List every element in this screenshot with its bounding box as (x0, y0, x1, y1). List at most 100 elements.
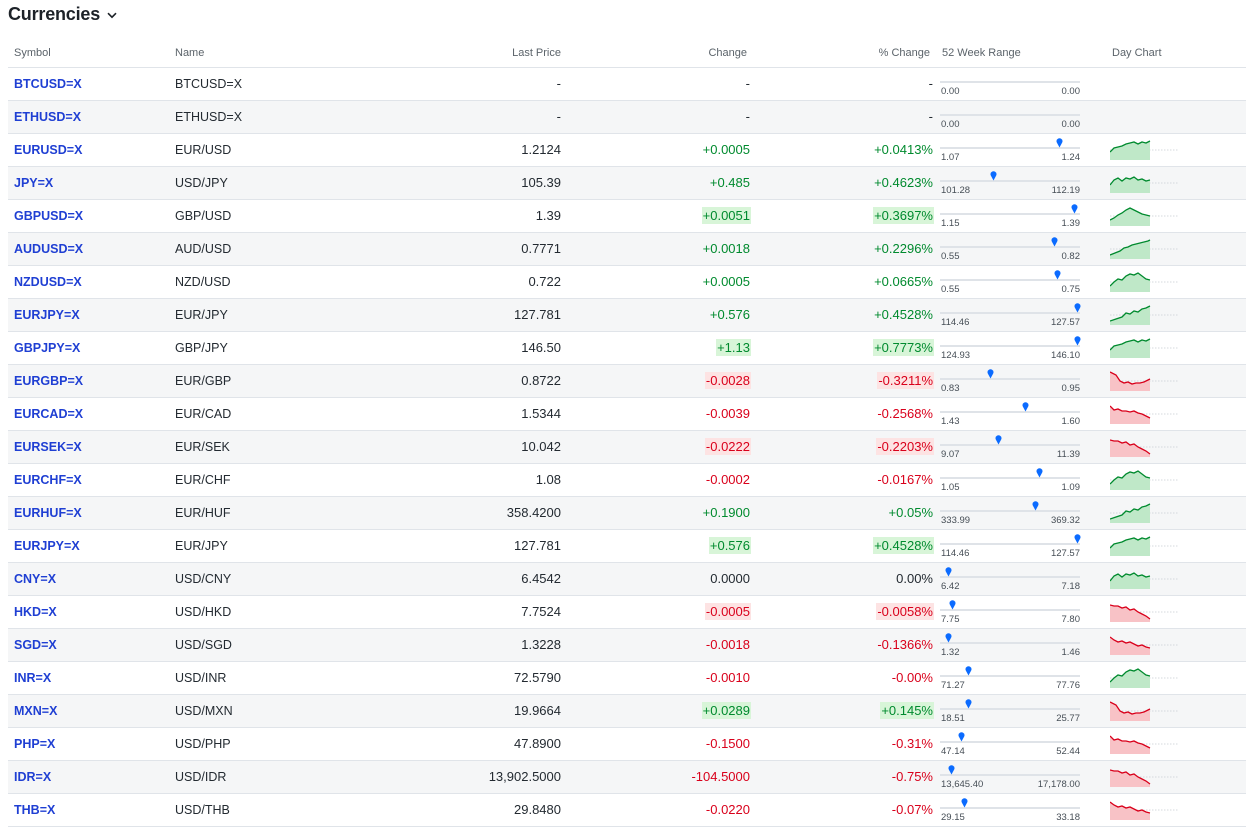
day-chart-cell (1106, 199, 1246, 233)
symbol-link[interactable]: HKD=X (14, 605, 57, 619)
52-week-range-bar: 1.15 1.39 (940, 202, 1080, 230)
day-chart-cell (1106, 331, 1246, 365)
symbol-link[interactable]: PHP=X (14, 737, 55, 751)
percent-change-cell: 0.00% (753, 562, 936, 596)
symbol-link[interactable]: CNY=X (14, 572, 56, 586)
52-week-range-cell: 1.32 1.46 (936, 628, 1106, 662)
pin-marker-icon (995, 434, 1002, 444)
range-low: 47.14 (941, 745, 965, 757)
table-row[interactable]: EURJPY=X EUR/JPY 127.781 +0.576 +0.4528%… (8, 298, 1246, 332)
table-row[interactable]: CNY=X USD/CNY 6.4542 0.0000 0.00% 6.42 7… (8, 562, 1246, 596)
percent-change-cell: -0.2203% (753, 430, 936, 464)
name-cell: USD/JPY (169, 166, 341, 200)
symbol-link[interactable]: ETHUSD=X (14, 110, 81, 124)
symbol-cell: INR=X (8, 661, 169, 695)
symbol-link[interactable]: EURCHF=X (14, 473, 82, 487)
table-row[interactable]: EURGBP=X EUR/GBP 0.8722 -0.0028 -0.3211%… (8, 364, 1246, 398)
52-week-range-bar: 1.07 1.24 (940, 136, 1080, 164)
last-price-cell: - (341, 100, 567, 134)
table-row[interactable]: SGD=X USD/SGD 1.3228 -0.0018 -0.1366% 1.… (8, 628, 1246, 662)
table-row[interactable]: EURCHF=X EUR/CHF 1.08 -0.0002 -0.0167% 1… (8, 463, 1246, 497)
table-row[interactable]: AUDUSD=X AUD/USD 0.7771 +0.0018 +0.2296%… (8, 232, 1246, 266)
table-row[interactable]: EURUSD=X EUR/USD 1.2124 +0.0005 +0.0413%… (8, 133, 1246, 167)
table-row[interactable]: BTCUSD=X BTCUSD=X - - - 0.00 0.00 (8, 67, 1246, 101)
symbol-link[interactable]: EURCAD=X (14, 407, 83, 421)
percent-change-cell: - (753, 100, 936, 134)
change-cell: +0.485 (567, 166, 753, 200)
table-row[interactable]: JPY=X USD/JPY 105.39 +0.485 +0.4623% 101… (8, 166, 1246, 200)
symbol-link[interactable]: THB=X (14, 803, 55, 817)
52-week-range-cell: 0.55 0.82 (936, 232, 1106, 266)
symbol-link[interactable]: AUDUSD=X (14, 242, 83, 256)
name-cell: USD/PHP (169, 727, 341, 761)
day-chart-cell (1106, 562, 1246, 596)
symbol-link[interactable]: BTCUSD=X (14, 77, 82, 91)
change-value: +0.0051 (701, 207, 751, 224)
pin-marker-icon (945, 632, 952, 642)
52-week-range-bar: 114.46 127.57 (940, 532, 1081, 560)
change-value: - (745, 109, 750, 124)
table-row[interactable]: EURCAD=X EUR/CAD 1.5344 -0.0039 -0.2568%… (8, 397, 1246, 431)
currencies-title-menu[interactable]: Currencies (8, 0, 117, 28)
column-header-last-price[interactable]: Last Price (341, 39, 567, 68)
symbol-link[interactable]: JPY=X (14, 176, 53, 190)
change-cell: +0.0005 (567, 265, 753, 299)
column-header-percent-change[interactable]: % Change (753, 39, 936, 68)
range-high: 77.76 (1056, 679, 1080, 691)
range-high: 1.46 (1061, 646, 1081, 658)
table-row[interactable]: GBPJPY=X GBP/JPY 146.50 +1.13 +0.7773% 1… (8, 331, 1246, 365)
symbol-link[interactable]: EURHUF=X (14, 506, 82, 520)
table-row[interactable]: EURSEK=X EUR/SEK 10.042 -0.0222 -0.2203%… (8, 430, 1246, 464)
table-row[interactable]: THB=X USD/THB 29.8480 -0.0220 -0.07% 29.… (8, 793, 1246, 827)
change-cell: -0.0222 (567, 430, 753, 464)
symbol-cell: EURSEK=X (8, 430, 169, 464)
symbol-link[interactable]: EURJPY=X (14, 308, 80, 322)
percent-change-cell: -0.75% (753, 760, 936, 794)
table-row[interactable]: PHP=X USD/PHP 47.8900 -0.1500 -0.31% 47.… (8, 727, 1246, 761)
percent-change-value: -0.00% (891, 670, 933, 685)
change-cell: -0.0018 (567, 628, 753, 662)
52-week-range-bar: 1.32 1.46 (940, 631, 1080, 659)
table-row[interactable]: IDR=X USD/IDR 13,902.5000 -104.5000 -0.7… (8, 760, 1246, 794)
table-row[interactable]: EURHUF=X EUR/HUF 358.4200 +0.1900 +0.05%… (8, 496, 1246, 530)
symbol-link[interactable]: MXN=X (14, 704, 57, 718)
symbol-link[interactable]: SGD=X (14, 638, 57, 652)
symbol-cell: PHP=X (8, 727, 169, 761)
last-price-cell: 0.7771 (341, 232, 567, 266)
52-week-range-cell: 1.07 1.24 (936, 133, 1106, 167)
symbol-link[interactable]: EURJPY=X (14, 539, 80, 553)
pin-marker-icon (1074, 533, 1081, 543)
symbol-link[interactable]: EURSEK=X (14, 440, 82, 454)
52-week-range-bar: 13,645.40 17,178.00 (940, 763, 1080, 791)
column-header-change[interactable]: Change (567, 39, 753, 68)
table-row[interactable]: NZDUSD=X NZD/USD 0.722 +0.0005 +0.0665% … (8, 265, 1246, 299)
change-cell: -0.0220 (567, 793, 753, 827)
symbol-link[interactable]: GBPUSD=X (14, 209, 83, 223)
table-row[interactable]: INR=X USD/INR 72.5790 -0.0010 -0.00% 71.… (8, 661, 1246, 695)
range-track (940, 80, 1080, 83)
52-week-range-bar: 0.83 0.95 (940, 367, 1080, 395)
symbol-link[interactable]: IDR=X (14, 770, 51, 784)
symbol-link[interactable]: GBPJPY=X (14, 341, 80, 355)
table-row[interactable]: HKD=X USD/HKD 7.7524 -0.0005 -0.0058% 7.… (8, 595, 1246, 629)
table-row[interactable]: EURJPY=X EUR/JPY 127.781 +0.576 +0.4528%… (8, 529, 1246, 563)
percent-change-value: +0.7773% (873, 339, 934, 356)
52-week-range-bar: 0.00 0.00 (940, 103, 1080, 131)
symbol-link[interactable]: EURGBP=X (14, 374, 83, 388)
52-week-range-cell: 101.28 112.19 (936, 166, 1106, 200)
percent-change-cell: +0.145% (753, 694, 936, 728)
symbol-link[interactable]: INR=X (14, 671, 51, 685)
day-chart-cell (1106, 364, 1246, 398)
percent-change-cell: +0.0413% (753, 133, 936, 167)
table-row[interactable]: MXN=X USD/MXN 19.9664 +0.0289 +0.145% 18… (8, 694, 1246, 728)
table-row[interactable]: ETHUSD=X ETHUSD=X - - - 0.00 0.00 (8, 100, 1246, 134)
change-cell: - (567, 67, 753, 101)
symbol-link[interactable]: EURUSD=X (14, 143, 82, 157)
table-row[interactable]: GBPUSD=X GBP/USD 1.39 +0.0051 +0.3697% 1… (8, 199, 1246, 233)
column-header-name[interactable]: Name (169, 39, 341, 68)
symbol-link[interactable]: NZDUSD=X (14, 275, 82, 289)
change-cell: +0.0051 (567, 199, 753, 233)
day-chart-cell (1106, 265, 1246, 299)
column-header-symbol[interactable]: Symbol (8, 39, 169, 68)
range-low: 333.99 (941, 514, 971, 526)
